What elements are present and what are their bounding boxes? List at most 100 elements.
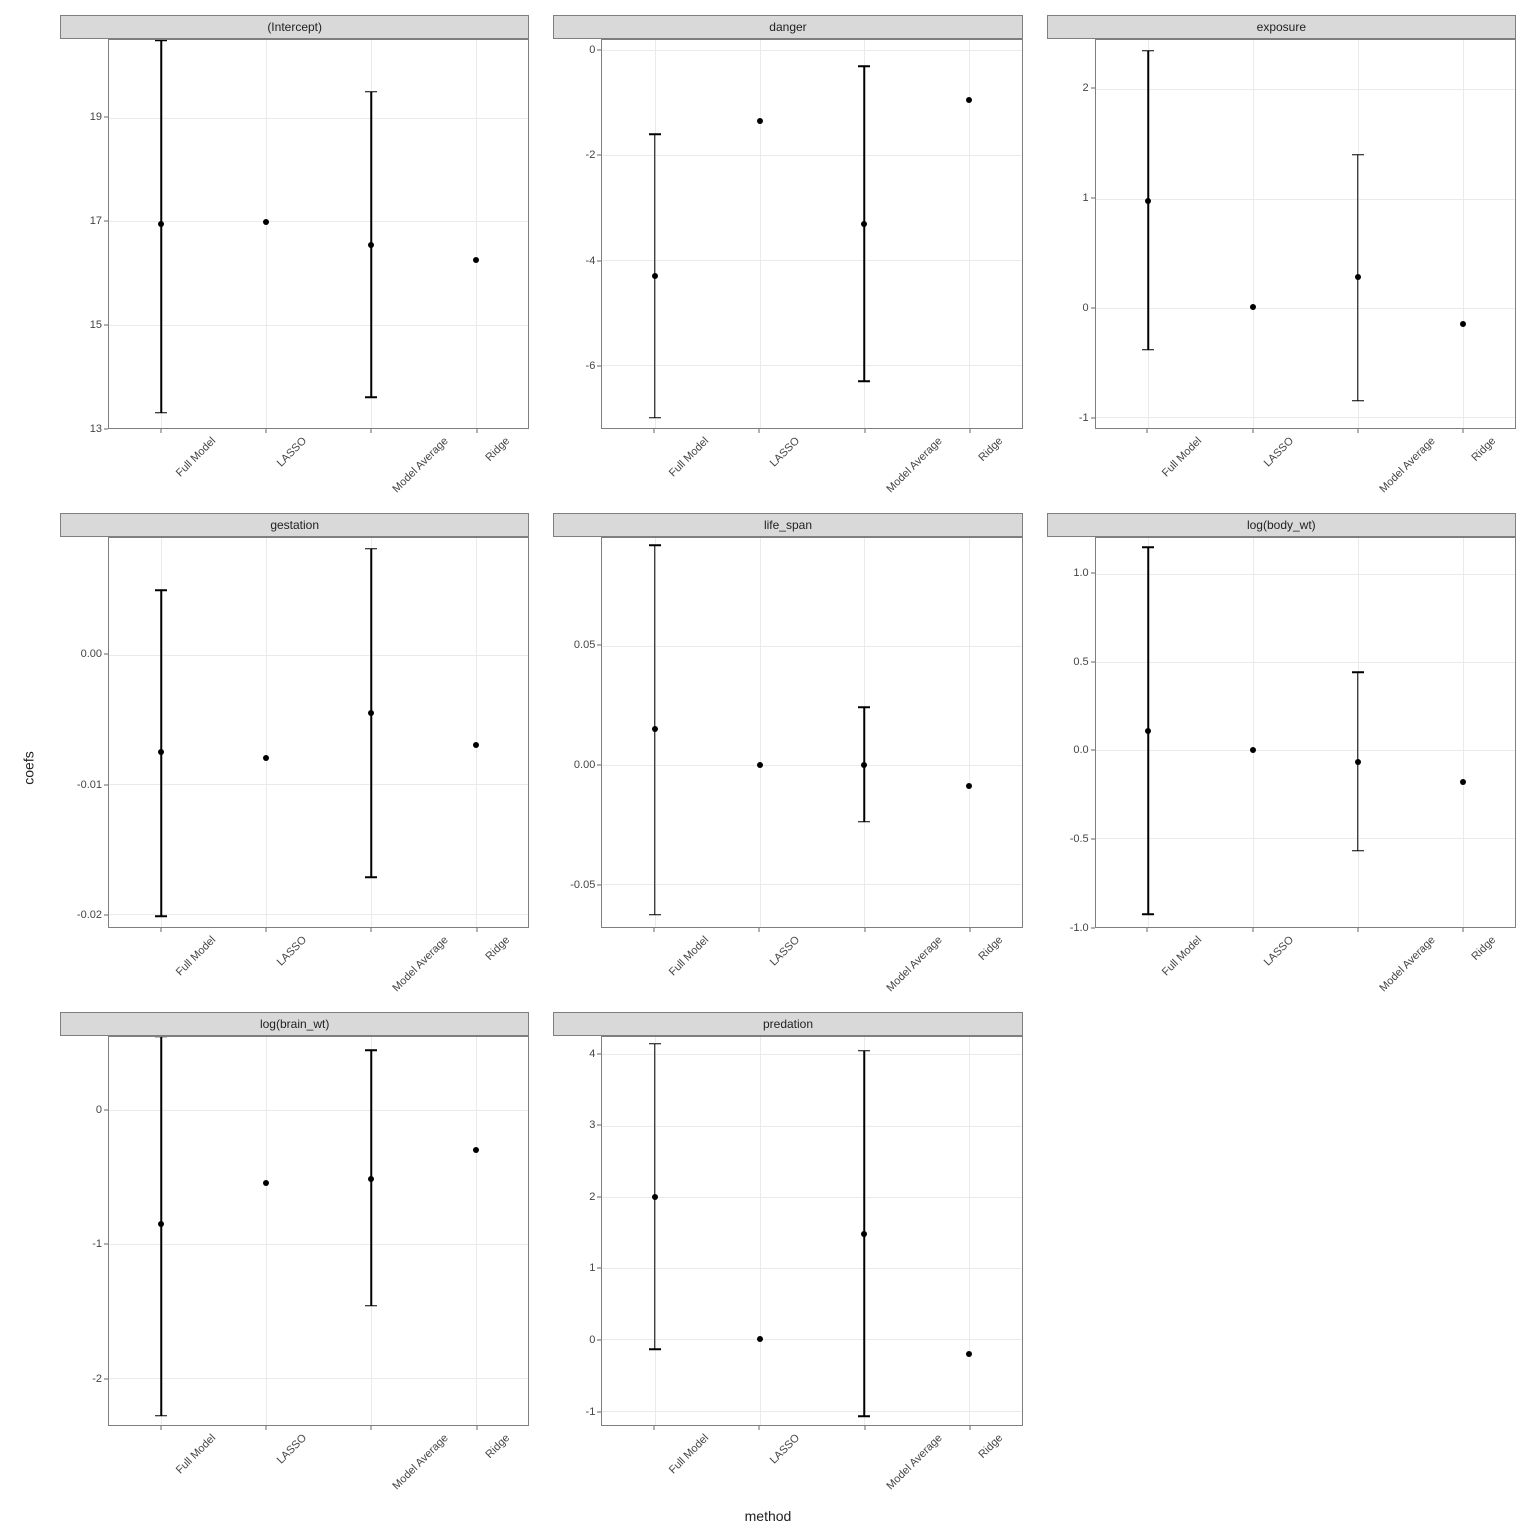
x-tick-label: Ridge (483, 934, 512, 963)
data-point (966, 1351, 972, 1357)
y-axis: -6-4-20 (553, 39, 601, 429)
facet-grid: (Intercept)13151719 Full Model LASSO Model … (60, 15, 1516, 1496)
data-point (1250, 747, 1256, 753)
data-point (263, 755, 269, 761)
facet-panel: gestation-0.02-0.010.00 Full Model LASSO Mo… (60, 513, 529, 997)
x-tick-label: Model Average (391, 934, 451, 994)
data-point (757, 118, 763, 124)
data-point (652, 273, 658, 279)
x-tick-label: Full Model (174, 435, 218, 479)
plot-panel (601, 1036, 1022, 1426)
x-tick-label: Ridge (976, 934, 1005, 963)
data-point (1250, 304, 1256, 310)
data-point (861, 762, 867, 768)
x-tick-label: Model Average (1377, 934, 1437, 994)
x-tick-label: Ridge (1470, 435, 1499, 464)
x-tick-label: Model Average (884, 1432, 944, 1492)
facet-panel: log(brain_wt)-2-10 Full Model LASSO Model A… (60, 1012, 529, 1496)
data-point (1460, 779, 1466, 785)
data-point (263, 219, 269, 225)
plot-panel (1095, 537, 1516, 927)
data-point (966, 783, 972, 789)
plot-panel (601, 39, 1022, 429)
data-point (861, 1231, 867, 1237)
x-axis: Full Model LASSO Model Average Ridge (1095, 928, 1516, 998)
x-tick-label: Full Model (667, 435, 711, 479)
y-axis: -0.02-0.010.00 (60, 537, 108, 927)
y-axis-label: coefs (21, 751, 37, 784)
y-axis: -0.050.000.05 (553, 537, 601, 927)
x-tick-label: LASSO (1261, 934, 1295, 968)
facet-strip-title: life_span (553, 513, 1022, 537)
data-point (757, 1336, 763, 1342)
facet-panel: exposure-1012Full ModelLASSOModel Averag… (1047, 15, 1516, 499)
data-point (1145, 728, 1151, 734)
x-axis: Full ModelLASSOModel AverageRidge (1095, 429, 1516, 499)
y-axis: 13151719 (60, 39, 108, 429)
data-point (158, 1221, 164, 1227)
data-point (1460, 321, 1466, 327)
x-axis: Full Model LASSO Model Average Ridge (108, 928, 529, 998)
x-tick-label: Ridge (483, 435, 512, 464)
plot-panel (108, 39, 529, 429)
x-tick-label: Model Average (884, 934, 944, 994)
x-tick-label: Model Average (391, 1432, 451, 1492)
faceted-coef-plot: coefs method (Intercept)13151719 Full Mod… (10, 10, 1526, 1526)
plot-panel (601, 537, 1022, 927)
plot-panel (1095, 39, 1516, 429)
facet-panel: log(body_wt)-1.0-0.50.00.51.0 Full Model L… (1047, 513, 1516, 997)
data-point (473, 257, 479, 263)
y-axis: -101234 (553, 1036, 601, 1426)
data-point (652, 726, 658, 732)
x-tick-label: Model Average (884, 435, 944, 495)
data-point (1355, 759, 1361, 765)
data-point (473, 742, 479, 748)
x-axis: Full Model LASSO Model Average Ridge (601, 429, 1022, 499)
x-tick-label: Ridge (976, 435, 1005, 464)
x-tick-label: Full Model (174, 1432, 218, 1476)
data-point (652, 1194, 658, 1200)
data-point (263, 1180, 269, 1186)
facet-strip-title: predation (553, 1012, 1022, 1036)
x-tick-label: LASSO (768, 934, 802, 968)
x-tick-label: Ridge (1470, 934, 1499, 963)
facet-strip-title: gestation (60, 513, 529, 537)
data-point (966, 97, 972, 103)
facet-panel: (Intercept)13151719Full ModelLASSOModel … (60, 15, 529, 499)
data-point (861, 221, 867, 227)
y-axis: -2-10 (60, 1036, 108, 1426)
y-axis: -1012 (1047, 39, 1095, 429)
data-point (368, 242, 374, 248)
data-point (368, 710, 374, 716)
data-point (158, 221, 164, 227)
x-axis: Full ModelLASSOModel AverageRidge (601, 928, 1022, 998)
facet-strip-title: exposure (1047, 15, 1516, 39)
x-axis: Full Model LASSO Model Average Ridge (601, 1426, 1022, 1496)
facet-strip-title: log(brain_wt) (60, 1012, 529, 1036)
facet-strip-title: danger (553, 15, 1022, 39)
x-tick-label: LASSO (768, 435, 802, 469)
facet-strip-title: log(body_wt) (1047, 513, 1516, 537)
y-axis: -1.0-0.50.00.51.0 (1047, 537, 1095, 927)
data-point (1355, 274, 1361, 280)
x-tick-label: Full Model (1160, 435, 1204, 479)
x-tick-label: Full Model (1160, 934, 1204, 978)
data-point (757, 762, 763, 768)
facet-strip-title: (Intercept) (60, 15, 529, 39)
x-tick-label: Full Model (174, 934, 218, 978)
facet-panel: predation-101234 Full Model LASSO Model Ave… (553, 1012, 1022, 1496)
x-tick-label: LASSO (768, 1432, 802, 1466)
x-axis: Full ModelLASSOModel AverageRidge (108, 1426, 529, 1496)
x-tick-label: LASSO (275, 934, 309, 968)
x-tick-label: Full Model (667, 1432, 711, 1476)
x-axis: Full ModelLASSOModel AverageRidge (108, 429, 529, 499)
data-point (1145, 198, 1151, 204)
x-axis-label: method (745, 1508, 792, 1524)
facet-panel: danger-6-4-20 Full Model LASSO Model Averag… (553, 15, 1022, 499)
facet-panel: life_span-0.050.000.05Full ModelLASSOMod… (553, 513, 1022, 997)
data-point (158, 749, 164, 755)
x-tick-label: LASSO (275, 1432, 309, 1466)
data-point (473, 1147, 479, 1153)
plot-panel (108, 537, 529, 927)
x-tick-label: Ridge (976, 1432, 1005, 1461)
